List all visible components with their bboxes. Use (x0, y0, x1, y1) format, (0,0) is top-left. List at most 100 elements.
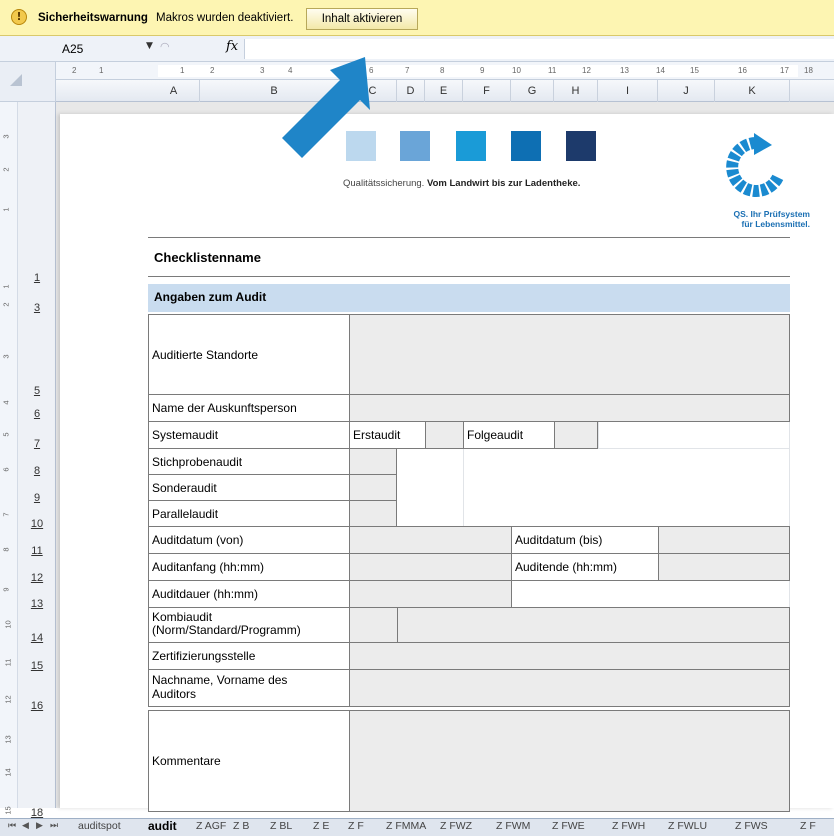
row-header-13[interactable]: 13 (18, 598, 56, 610)
label-auditdauer: Auditdauer (hh:mm) (148, 580, 350, 608)
vertical-ruler-number: 1 (1, 207, 11, 212)
row-header-8[interactable]: 8 (18, 465, 56, 477)
label-auditende: Auditende (hh:mm) (511, 553, 659, 581)
name-box-dropdown-icon[interactable]: ▼ (146, 41, 153, 51)
column-header-a[interactable]: A (148, 80, 200, 102)
logo-square-3 (456, 131, 486, 161)
row-header-6[interactable]: 6 (18, 408, 56, 420)
column-header-j[interactable]: J (658, 80, 715, 102)
sheet-tab[interactable]: Z E (313, 820, 329, 832)
input-auditende[interactable] (658, 553, 790, 581)
sheet-tab[interactable]: Z FWS (735, 820, 768, 832)
checkbox-stichprobenaudit[interactable] (349, 448, 397, 475)
formula-cancel-icon[interactable]: ◠ (160, 40, 170, 53)
ruler-page-area (158, 65, 798, 77)
input-kommentare[interactable] (349, 710, 790, 812)
next-sheet-icon[interactable]: ▶ (36, 821, 43, 831)
row-header-11[interactable]: 11 (18, 545, 56, 557)
row-header-1[interactable]: 1 (18, 272, 56, 284)
qs-logo-icon (726, 133, 784, 197)
first-sheet-icon[interactable]: ⏮ (8, 821, 16, 831)
vertical-ruler-number: 4 (1, 400, 11, 405)
column-header-f[interactable]: F (463, 80, 511, 102)
logo-square-2 (400, 131, 430, 161)
tagline: Qualitätssicherung. Vom Landwirt bis zur… (343, 178, 580, 189)
input-auditor[interactable] (349, 669, 790, 707)
input-zertifizierungsstelle[interactable] (349, 642, 790, 670)
sheet-tab[interactable]: audit (148, 819, 177, 833)
input-auskunftsperson[interactable] (349, 394, 790, 422)
input-auditdatum-bis[interactable] (658, 526, 790, 554)
checkbox-kombiaudit[interactable] (349, 607, 398, 643)
empty-cell-area (463, 448, 790, 527)
column-header-e[interactable]: E (425, 80, 463, 102)
input-auditdauer[interactable] (349, 580, 512, 608)
input-auditanfang[interactable] (349, 553, 512, 581)
input-kombiaudit[interactable] (397, 607, 790, 643)
sheet-tab[interactable]: Z F (348, 820, 364, 832)
row-header-15[interactable]: 15 (18, 660, 56, 672)
select-all-corner[interactable] (0, 62, 56, 102)
empty-cell-area (598, 421, 790, 449)
warning-icon: ! (11, 9, 27, 25)
row-header-9[interactable]: 9 (18, 492, 56, 504)
sheet-tab[interactable]: Z FWM (496, 820, 530, 832)
sheet-tab[interactable]: auditspot (78, 820, 121, 832)
label-stichprobenaudit: Stichprobenaudit (148, 448, 350, 475)
sheet-tab[interactable]: Z FWE (552, 820, 585, 832)
sheet-tab[interactable]: Z FWZ (440, 820, 472, 832)
vertical-ruler-number: 11 (3, 658, 13, 667)
sheet-tab[interactable]: Z BL (270, 820, 292, 832)
ruler-number: 17 (780, 66, 789, 75)
row-header-10[interactable]: 10 (18, 518, 56, 530)
column-header-i[interactable]: I (598, 80, 658, 102)
sheet-tab[interactable]: Z AGF (196, 820, 226, 832)
column-header-g[interactable]: G (511, 80, 554, 102)
input-auditdatum-von[interactable] (349, 526, 512, 554)
sheet-tab[interactable]: Z B (233, 820, 249, 832)
ruler-number: 13 (620, 66, 629, 75)
checkbox-parallelaudit[interactable] (349, 500, 397, 527)
column-header-k[interactable]: K (715, 80, 790, 102)
label-auditor: Nachname, Vorname des Auditors (148, 669, 350, 707)
label-auditierte-standorte: Auditierte Standorte (148, 314, 350, 395)
label-sonderaudit: Sonderaudit (148, 474, 350, 501)
security-warning-title: Sicherheitswarnung (38, 12, 148, 24)
sheet-tab[interactable]: Z F (800, 820, 816, 832)
row-header-12[interactable]: 12 (18, 572, 56, 584)
qs-slogan: QS. Ihr Prüfsystem für Lebensmittel. (690, 209, 810, 229)
vertical-ruler-number: 14 (3, 768, 13, 777)
label-auditor-line-1: Nachname, Vorname des (152, 673, 288, 687)
vertical-ruler-number: 2 (1, 167, 11, 172)
checkbox-folgeaudit[interactable] (554, 421, 598, 449)
sheet-tab[interactable]: Z FWLU (668, 820, 707, 832)
row-header-14[interactable]: 14 (18, 632, 56, 644)
ruler-number: 8 (440, 66, 445, 75)
sheet-tab[interactable]: Z FWH (612, 820, 645, 832)
column-header-h[interactable]: H (554, 80, 598, 102)
name-box[interactable]: A25 (56, 40, 140, 58)
checkbox-erstaudit[interactable] (425, 421, 464, 449)
row-header-7[interactable]: 7 (18, 438, 56, 450)
last-sheet-icon[interactable]: ⏭ (50, 821, 58, 831)
column-header-d[interactable]: D (397, 80, 425, 102)
vertical-ruler-number: 1 (1, 284, 11, 289)
row-header-16[interactable]: 16 (18, 700, 56, 712)
row-header-3[interactable]: 3 (18, 302, 56, 314)
label-auditanfang: Auditanfang (hh:mm) (148, 553, 350, 581)
vertical-ruler-number: 15 (3, 806, 13, 815)
insert-function-button[interactable]: fx (226, 39, 238, 54)
label-kombiaudit: Kombiaudit (Norm/Standard/Programm) (148, 607, 350, 643)
checkbox-sonderaudit[interactable] (349, 474, 397, 501)
enable-content-button[interactable]: Inhalt aktivieren (306, 8, 418, 30)
prev-sheet-icon[interactable]: ◀ (22, 821, 29, 831)
ruler-number: 15 (690, 66, 699, 75)
input-auditierte-standorte[interactable] (349, 314, 790, 395)
row-header-5[interactable]: 5 (18, 385, 56, 397)
label-folgeaudit: Folgeaudit (463, 421, 555, 449)
vertical-ruler-number: 7 (1, 512, 11, 517)
label-kombiaudit-line-2: (Norm/Standard/Programm) (152, 623, 301, 637)
label-auditdatum-von: Auditdatum (von) (148, 526, 350, 554)
label-systemaudit: Systemaudit (148, 421, 350, 449)
sheet-tab[interactable]: Z FMMA (386, 820, 426, 832)
